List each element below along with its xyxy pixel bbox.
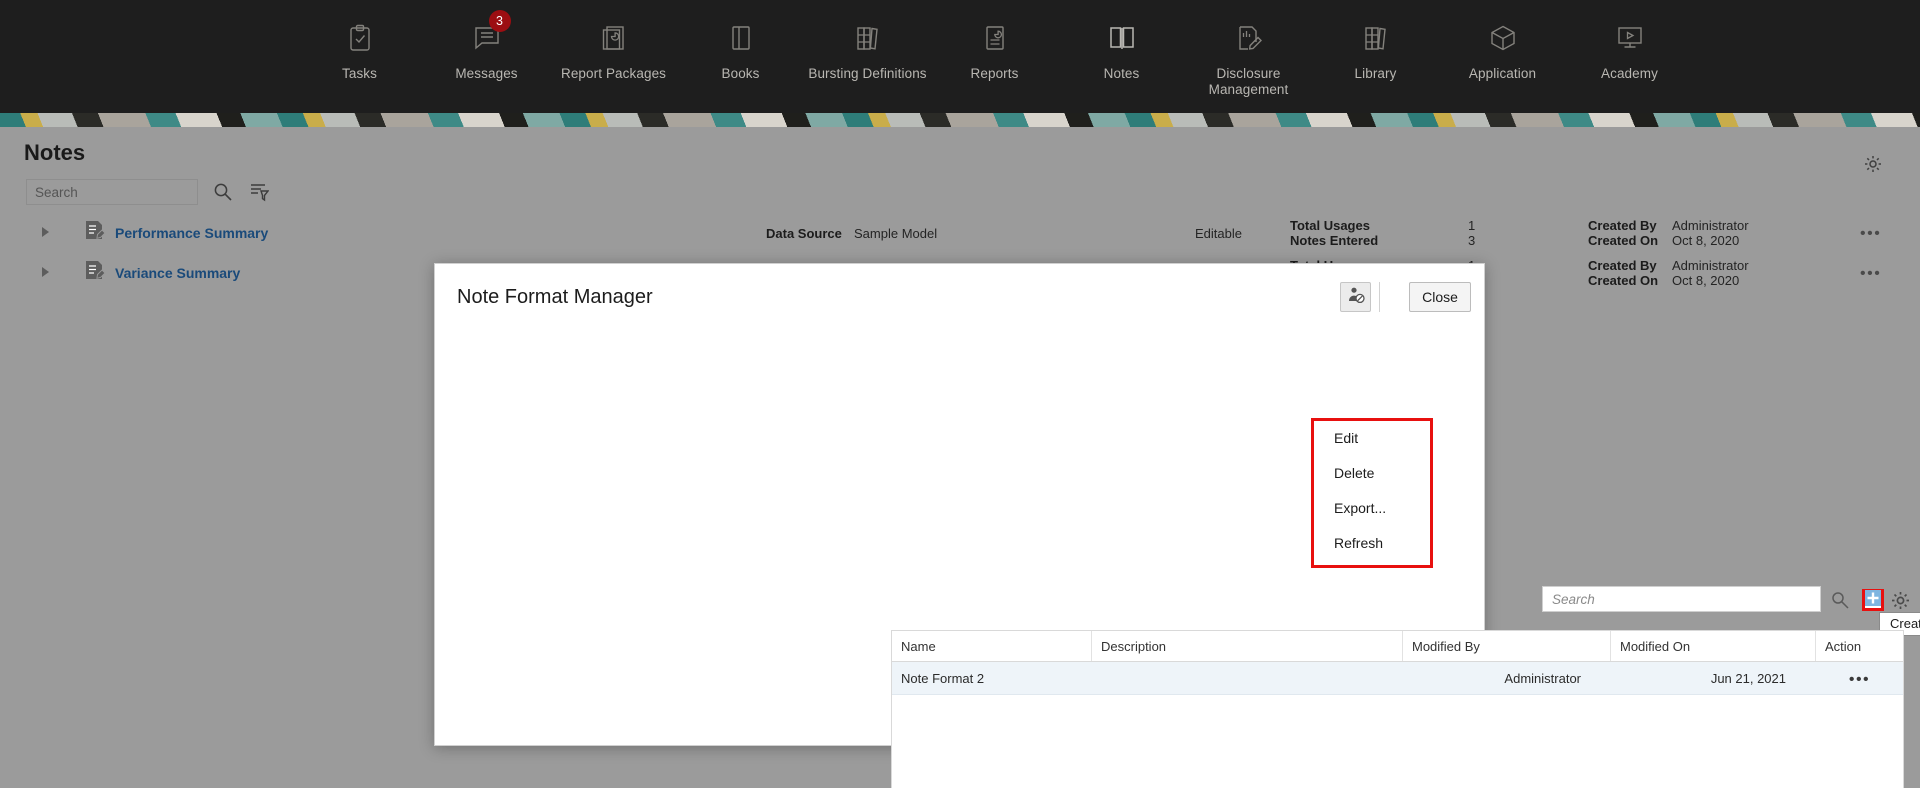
page-search-bar xyxy=(26,179,270,205)
report-icon xyxy=(980,22,1010,54)
nav-label: Academy xyxy=(1601,66,1658,81)
page-settings-gear-icon[interactable] xyxy=(1864,155,1882,173)
open-book-icon xyxy=(1107,22,1137,54)
column-header-modified-on[interactable]: Modified On xyxy=(1611,631,1816,661)
disclosure-icon xyxy=(1234,22,1264,54)
nav-label: Library xyxy=(1354,66,1397,81)
nav-item-reports[interactable]: Reports xyxy=(931,0,1058,113)
nav-label: Disclosure Management xyxy=(1208,66,1289,97)
total-usages-value: 1 xyxy=(1468,218,1476,233)
book-icon xyxy=(726,22,756,54)
user-permissions-button[interactable] xyxy=(1340,282,1371,312)
messages-badge: 3 xyxy=(488,10,511,32)
nav-label: Tasks xyxy=(341,66,377,81)
academy-icon xyxy=(1615,22,1645,54)
total-usages-label: Total Usages xyxy=(1290,218,1370,233)
nav-label: Books xyxy=(721,66,760,81)
context-menu-item-edit[interactable]: Edit xyxy=(1314,421,1430,456)
cube-icon xyxy=(1488,22,1518,54)
message-icon: 3 xyxy=(472,10,511,54)
dialog-title: Note Format Manager xyxy=(457,286,653,308)
data-source-value: Sample Model xyxy=(854,226,938,241)
column-header-description[interactable]: Description xyxy=(1092,631,1403,661)
notes-entered-label: Notes Entered xyxy=(1290,233,1379,248)
create-button[interactable] xyxy=(1862,589,1884,611)
notes-entered-value: 3 xyxy=(1468,233,1476,248)
list-item[interactable]: Performance Summary Data Source Sample M… xyxy=(0,213,1920,253)
column-header-modified-by[interactable]: Modified By xyxy=(1403,631,1611,661)
created-by-value: Administrator xyxy=(1672,258,1749,273)
row-actions-menu-icon[interactable]: ••• xyxy=(1860,265,1881,283)
column-header-action[interactable]: Action xyxy=(1816,631,1903,661)
cell-modified-on: Jun 21, 2021 xyxy=(1710,671,1786,686)
dialog-search-icon[interactable] xyxy=(1831,591,1849,609)
created-by-label: Created By xyxy=(1588,258,1657,273)
nav-item-application[interactable]: Application xyxy=(1439,0,1566,113)
column-header-name[interactable]: Name xyxy=(892,631,1092,661)
nav-item-notes[interactable]: Notes xyxy=(1058,0,1185,113)
created-on-value: Oct 8, 2020 xyxy=(1672,233,1740,248)
report-package-icon xyxy=(599,22,629,54)
nav-item-report-packages[interactable]: Report Packages xyxy=(550,0,677,113)
app-root: Tasks 3 Messages Report Packages Books B… xyxy=(0,0,1920,788)
nav-label: Report Packages xyxy=(560,66,667,81)
created-on-value: Oct 8, 2020 xyxy=(1672,273,1740,288)
context-menu-item-delete[interactable]: Delete xyxy=(1314,456,1430,491)
close-button[interactable]: Close xyxy=(1409,282,1471,312)
expand-arrow-icon[interactable] xyxy=(42,267,49,277)
table-header-row: Name Description Modified By Modified On… xyxy=(892,631,1903,662)
cell-name: Note Format 2 xyxy=(901,671,985,686)
created-on-label: Created On xyxy=(1588,273,1659,288)
books-icon xyxy=(853,22,883,54)
user-permissions-icon xyxy=(1347,286,1365,309)
nav-item-books[interactable]: Books xyxy=(677,0,804,113)
note-formats-table: Name Description Modified By Modified On… xyxy=(891,630,1904,788)
decorative-banner xyxy=(0,113,1920,127)
note-name-link[interactable]: Performance Summary xyxy=(115,225,268,241)
note-document-icon xyxy=(84,260,106,284)
dialog-search-input[interactable] xyxy=(1542,586,1821,612)
context-menu-item-export[interactable]: Export... xyxy=(1314,491,1430,526)
table-row[interactable]: Note Format 2 Administrator Jun 21, 2021… xyxy=(892,662,1903,695)
clipboard-check-icon xyxy=(345,22,375,54)
nav-label: Bursting Definitions xyxy=(808,66,927,81)
nav-item-library[interactable]: Library xyxy=(1312,0,1439,113)
note-document-icon xyxy=(84,220,106,244)
filter-icon[interactable] xyxy=(248,181,270,203)
cell-description xyxy=(1092,662,1403,694)
context-menu-item-refresh[interactable]: Refresh xyxy=(1314,526,1430,561)
editable-status: Editable xyxy=(1195,226,1242,241)
nav-item-tasks[interactable]: Tasks xyxy=(296,0,423,113)
row-actions-menu-icon[interactable]: ••• xyxy=(1816,662,1903,694)
expand-arrow-icon[interactable] xyxy=(42,227,49,237)
created-by-label: Created By xyxy=(1588,218,1657,233)
dialog-settings-gear-icon[interactable] xyxy=(1891,591,1910,610)
nav-item-bursting-definitions[interactable]: Bursting Definitions xyxy=(804,0,931,113)
nav-label: Reports xyxy=(970,66,1019,81)
search-icon[interactable] xyxy=(212,181,234,203)
page-title: Notes xyxy=(24,140,86,165)
cell-modified-by: Administrator xyxy=(1504,671,1581,686)
nav-label: Notes xyxy=(1103,66,1140,81)
nav-label: Messages xyxy=(455,66,518,81)
created-by-value: Administrator xyxy=(1672,218,1749,233)
row-context-menu: Edit Delete Export... Refresh xyxy=(1311,418,1433,568)
plus-icon xyxy=(1865,589,1881,611)
nav-item-disclosure-management[interactable]: Disclosure Management xyxy=(1185,0,1312,113)
top-navigation-bar: Tasks 3 Messages Report Packages Books B… xyxy=(0,0,1920,113)
nav-item-academy[interactable]: Academy xyxy=(1566,0,1693,113)
library-icon xyxy=(1361,22,1391,54)
dialog-header-divider xyxy=(1379,282,1380,312)
row-actions-menu-icon[interactable]: ••• xyxy=(1860,225,1881,243)
created-on-label: Created On xyxy=(1588,233,1659,248)
nav-item-messages[interactable]: 3 Messages xyxy=(423,0,550,113)
data-source-label: Data Source xyxy=(766,226,842,241)
note-name-link[interactable]: Variance Summary xyxy=(115,265,240,281)
nav-label: Application xyxy=(1468,66,1537,81)
search-input[interactable] xyxy=(26,179,198,205)
